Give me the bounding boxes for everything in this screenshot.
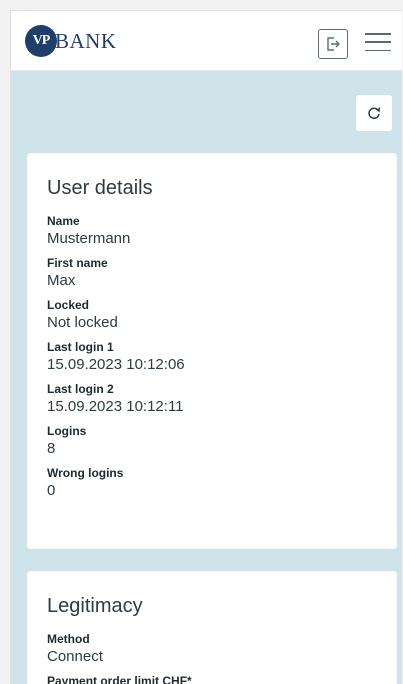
field-value: Mustermann bbox=[47, 230, 131, 247]
name-field: Name Mustermann bbox=[47, 214, 377, 248]
last-login-2-field: Last login 2 15.09.2023 10:12:11 bbox=[47, 382, 377, 416]
hamburger-menu-button[interactable] bbox=[363, 30, 393, 54]
menu-line bbox=[365, 49, 391, 51]
locked-field: Locked Not locked bbox=[47, 298, 377, 332]
field-value: 0 bbox=[47, 482, 56, 499]
field-value: 15.09.2023 10:12:11 bbox=[47, 398, 184, 415]
logins-field: Logins 8 bbox=[47, 424, 377, 458]
field-label: Logins bbox=[47, 424, 87, 438]
app-screen: VP BANK User details Name Mustermann Fir… bbox=[10, 10, 402, 684]
field-label: Last login 2 bbox=[47, 382, 114, 396]
logout-button[interactable] bbox=[318, 29, 348, 59]
field-label: Payment order limit CHF* bbox=[47, 674, 192, 684]
user-details-card: User details Name Mustermann First name … bbox=[27, 153, 397, 549]
top-bar: VP BANK bbox=[11, 11, 402, 71]
wrong-logins-field: Wrong logins 0 bbox=[47, 466, 377, 500]
logo-mark: VP bbox=[25, 25, 57, 57]
method-field: Method Connect bbox=[47, 632, 377, 666]
legitimacy-card: Legitimacy Method Connect Payment order … bbox=[27, 571, 397, 684]
field-label: Locked bbox=[47, 298, 90, 312]
field-value: Connect bbox=[47, 648, 103, 665]
field-label: Name bbox=[47, 214, 80, 228]
last-login-1-field: Last login 1 15.09.2023 10:12:06 bbox=[47, 340, 377, 374]
field-label: Wrong logins bbox=[47, 466, 124, 480]
vp-bank-logo[interactable]: VP BANK bbox=[25, 25, 117, 57]
field-value: Max bbox=[47, 272, 76, 289]
field-value: 8 bbox=[47, 440, 56, 457]
payment-order-limit-field: Payment order limit CHF* bbox=[47, 674, 377, 684]
refresh-button[interactable] bbox=[356, 95, 392, 131]
field-label: Method bbox=[47, 632, 90, 646]
field-value: 15.09.2023 10:12:06 bbox=[47, 356, 185, 373]
menu-line bbox=[365, 33, 391, 35]
field-label: First name bbox=[47, 256, 108, 270]
field-label: Last login 1 bbox=[47, 340, 114, 354]
field-value: Not locked bbox=[47, 314, 118, 331]
legitimacy-title: Legitimacy bbox=[47, 595, 143, 617]
user-details-title: User details bbox=[47, 177, 153, 199]
logo-text: BANK bbox=[55, 28, 117, 53]
first-name-field: First name Max bbox=[47, 256, 377, 290]
logout-icon bbox=[327, 37, 340, 51]
refresh-icon bbox=[368, 107, 381, 120]
menu-line bbox=[365, 41, 391, 43]
